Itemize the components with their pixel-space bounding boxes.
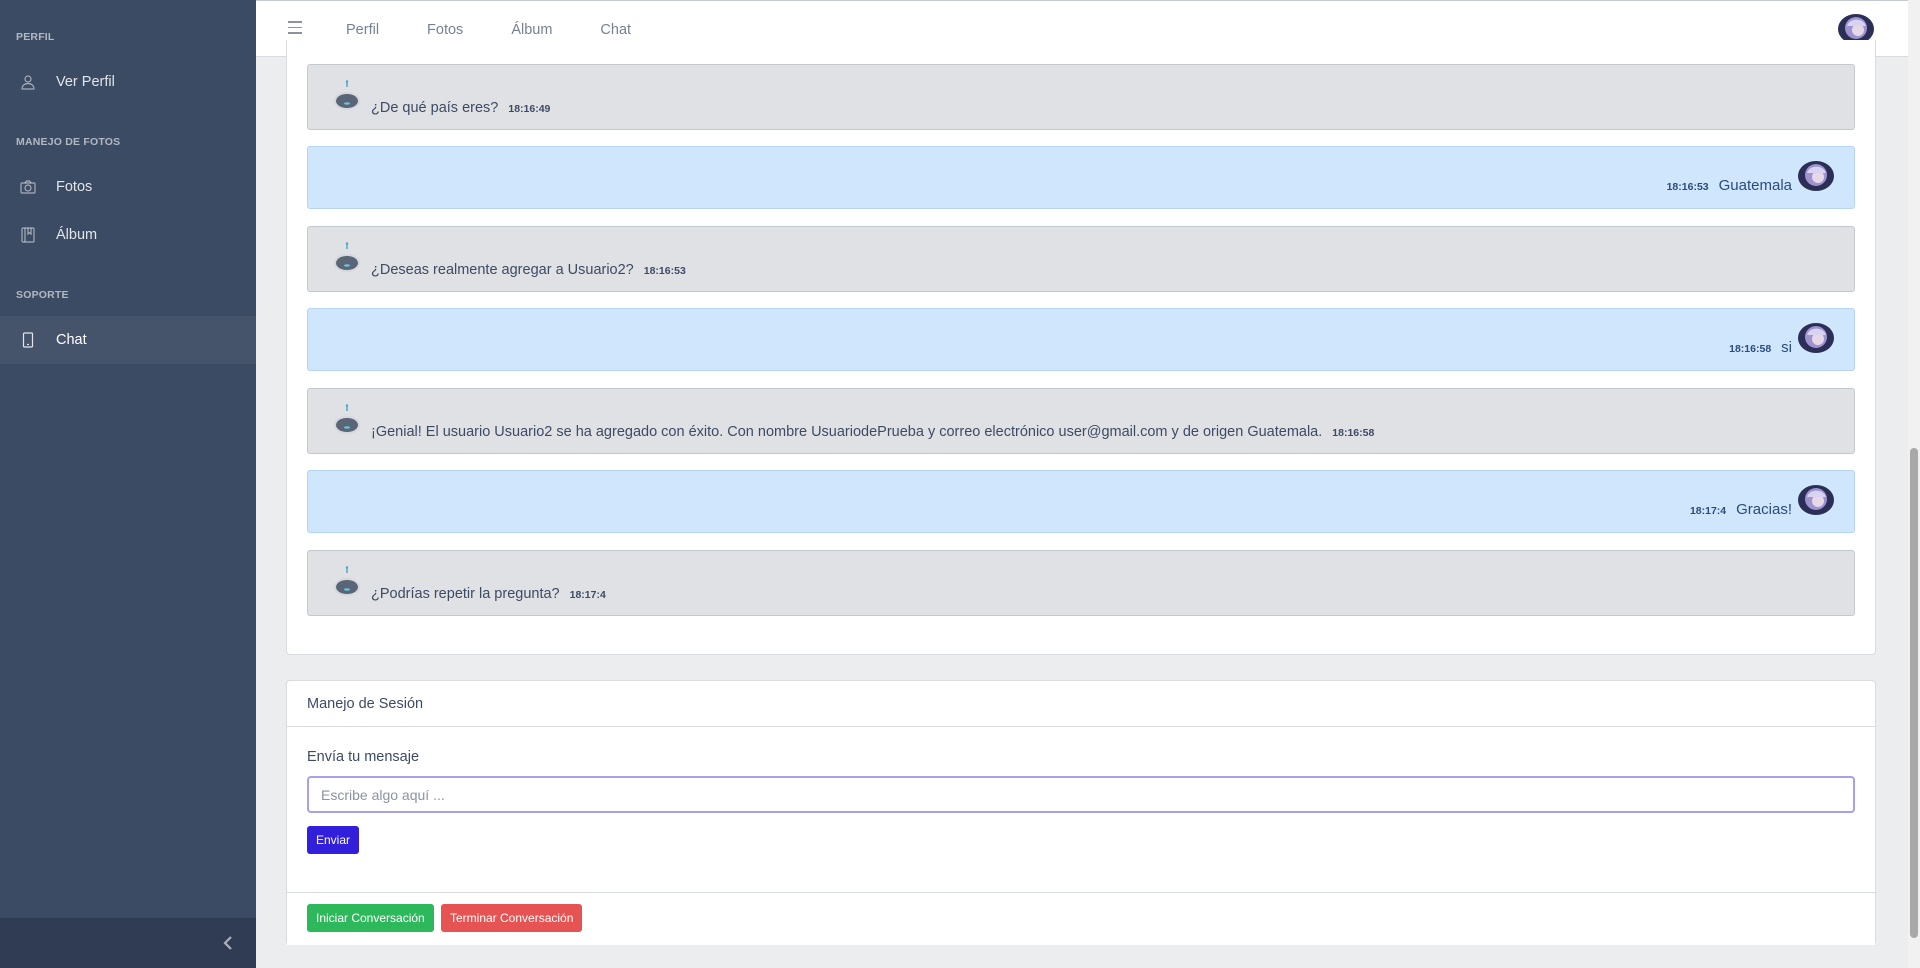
sidebar-item-label: Fotos (56, 179, 93, 195)
user-icon (20, 74, 36, 90)
top-nav-album[interactable]: Álbum (511, 22, 552, 38)
message-time: 18:17:4 (1689, 505, 1727, 517)
chat-panel: ¿De qué país eres? 18:16:49 18:16:53 Guate… (286, 40, 1876, 655)
sidebar: PERFIL Ver Perfil MANEJO DE FOTOS Fotos … (0, 0, 256, 968)
bot-icon (332, 79, 362, 111)
sidebar-item-ver-perfil[interactable]: Ver Perfil (0, 58, 256, 106)
bot-message: ¿Podrías repetir la pregunta? 18:17:4 (307, 550, 1855, 616)
message-text: ¡Genial! El usuario Usuario2 se ha agreg… (371, 424, 1323, 440)
hamburger-icon[interactable] (288, 21, 302, 35)
message-time: 18:16:53 (643, 265, 686, 277)
avatar (1798, 485, 1834, 515)
message-time: 18:17:4 (569, 589, 606, 601)
message-time: 18:16:58 (1332, 427, 1375, 439)
sidebar-item-label: Álbum (56, 227, 98, 243)
session-panel: Manejo de Sesión Envía tu mensaje Enviar… (286, 680, 1876, 945)
message-input-label: Envía tu mensaje (307, 749, 420, 765)
bot-message: ¿De qué país eres? 18:16:49 (307, 64, 1855, 130)
message-time: 18:16:53 (1666, 181, 1709, 193)
message-text: ¿De qué país eres? (371, 100, 499, 116)
bot-icon (332, 565, 362, 597)
start-conversation-button[interactable]: Iniciar Conversación (307, 904, 434, 932)
phone-icon (20, 332, 36, 348)
nav-title-perfil: PERFIL (16, 31, 55, 43)
message-text: ¿Deseas realmente agregar a Usuario2? (371, 262, 634, 278)
sidebar-item-fotos[interactable]: Fotos (0, 163, 256, 211)
book-icon (20, 227, 36, 243)
scrollbar[interactable] (1908, 0, 1920, 968)
sidebar-item-album[interactable]: Álbum (0, 211, 256, 259)
sidebar-footer (0, 918, 256, 968)
avatar (1798, 161, 1834, 191)
user-message: 18:16:58 si (307, 308, 1855, 371)
message-input[interactable] (307, 776, 1855, 813)
sidebar-item-label: Ver Perfil (56, 74, 115, 90)
user-message: 18:16:53 Guatemala (307, 146, 1855, 209)
bot-message: ¡Genial! El usuario Usuario2 se ha agreg… (307, 388, 1855, 454)
message-time: 18:16:58 (1729, 343, 1772, 355)
camera-icon (20, 179, 36, 195)
sidebar-item-label: Chat (56, 332, 87, 348)
sidebar-item-chat[interactable]: Chat (0, 316, 256, 364)
send-button[interactable]: Enviar (307, 826, 360, 854)
bot-icon (332, 241, 362, 273)
nav-title-soporte: SOPORTE (16, 289, 69, 301)
message-text: Guatemala (1718, 177, 1792, 194)
top-nav-chat[interactable]: Chat (600, 22, 631, 38)
top-nav-perfil[interactable]: Perfil (346, 22, 379, 38)
bot-icon (332, 403, 362, 435)
scrollbar-thumb[interactable] (1910, 448, 1918, 938)
message-text: ¿Podrías repetir la pregunta? (371, 586, 560, 602)
message-text: si (1781, 339, 1792, 356)
message-time: 18:16:49 (508, 103, 551, 115)
nav-title-manejo-fotos: MANEJO DE FOTOS (16, 136, 121, 148)
chevron-left-icon[interactable] (216, 931, 240, 955)
message-text: Gracias! (1736, 501, 1792, 518)
top-nav-fotos[interactable]: Fotos (427, 22, 463, 38)
bot-message: ¿Deseas realmente agregar a Usuario2? 18:… (307, 226, 1855, 292)
user-message: 18:17:4 Gracias! (307, 470, 1855, 533)
session-title: Manejo de Sesión (287, 681, 1875, 727)
avatar (1798, 323, 1834, 353)
end-conversation-button[interactable]: Terminar Conversación (441, 904, 583, 932)
